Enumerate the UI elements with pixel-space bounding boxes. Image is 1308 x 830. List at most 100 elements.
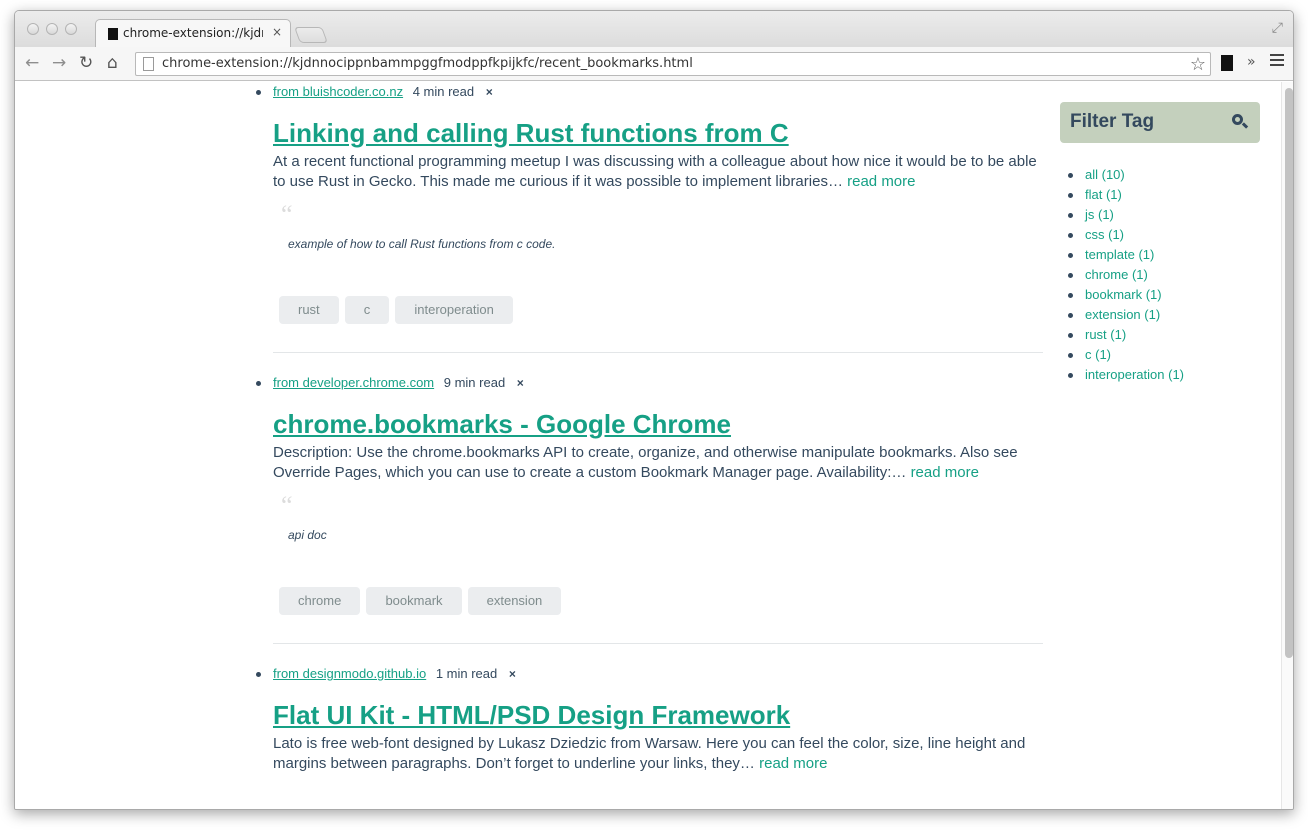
filter-tag-label[interactable]: js (1) (1085, 207, 1114, 222)
browser-toolbar: ← → ↻ ⌂ chrome-extension://kjdnnocippnba… (15, 47, 1293, 81)
bullet-icon (256, 672, 261, 677)
read-time: 9 min read (443, 375, 506, 390)
scroll-thumb[interactable] (1285, 88, 1293, 658)
bookmark-extension-icon[interactable] (1221, 55, 1233, 71)
forward-icon[interactable]: → (52, 53, 66, 73)
back-icon[interactable]: ← (25, 53, 39, 73)
entry-note: example of how to call Rust functions fr… (288, 237, 556, 251)
description-text: At a recent functional programming meetu… (273, 153, 1037, 190)
read-time: 4 min read (412, 84, 475, 99)
menu-icon[interactable] (1270, 54, 1284, 69)
tag-group: chrome bookmark extension (279, 587, 1046, 617)
bullet-icon (1068, 193, 1073, 198)
description-text: Description: Use the chrome.bookmarks AP… (273, 444, 1018, 481)
quote-icon: “ (281, 200, 293, 229)
tag-filter-list: all (10) flat (1) js (1) css (1) templat… (1068, 165, 1184, 385)
filter-tag-template[interactable]: template (1) (1068, 245, 1184, 265)
entry-title[interactable]: Flat UI Kit - HTML/PSD Design Framework (273, 698, 1046, 732)
tab-title: chrome-extension://kjdnn (123, 26, 263, 40)
bullet-icon (1068, 233, 1073, 238)
filter-tag-rust[interactable]: rust (1) (1068, 325, 1184, 345)
remove-icon[interactable]: × (486, 85, 493, 99)
tag-interoperation[interactable]: interoperation (395, 296, 513, 324)
filter-tag-label[interactable]: all (10) (1085, 167, 1125, 182)
address-bar[interactable]: chrome-extension://kjdnnocippnbammpggfmo… (135, 52, 1211, 76)
read-more-link[interactable]: read more (759, 755, 827, 772)
filter-tag-bookmark[interactable]: bookmark (1) (1068, 285, 1184, 305)
tag-c[interactable]: c (344, 296, 390, 324)
read-more-link[interactable]: read more (847, 173, 915, 190)
new-tab-button[interactable] (294, 27, 328, 43)
chevron-right-icon[interactable]: » (1247, 54, 1256, 70)
bookmark-entry: from developer.chrome.com 9 min read × c… (256, 373, 1046, 664)
filter-tag-extension[interactable]: extension (1) (1068, 305, 1184, 325)
star-icon[interactable]: ☆ (1190, 54, 1206, 75)
remove-icon[interactable]: × (517, 376, 524, 390)
bullet-icon (1068, 373, 1073, 378)
tag-bookmark[interactable]: bookmark (366, 587, 462, 615)
source-link[interactable]: from bluishcoder.co.nz (273, 84, 403, 99)
bullet-icon (256, 381, 261, 386)
tag-rust[interactable]: rust (279, 296, 339, 324)
page-icon (143, 57, 154, 71)
bullet-icon (1068, 313, 1073, 318)
filter-tag-c[interactable]: c (1) (1068, 345, 1184, 365)
quote-icon: “ (281, 491, 293, 520)
bookmark-list: from bluishcoder.co.nz 4 min read × Link… (256, 82, 1046, 774)
url-text[interactable]: chrome-extension://kjdnnocippnbammpggfmo… (162, 56, 693, 71)
search-icon[interactable] (1232, 114, 1249, 129)
page-content: from bluishcoder.co.nz 4 min read × Link… (15, 82, 1281, 809)
tag-extension[interactable]: extension (467, 587, 562, 615)
filter-tag-label[interactable]: template (1) (1085, 247, 1154, 262)
entry-meta: from designmodo.github.io 1 min read × (256, 664, 1046, 686)
filter-tag-label[interactable]: c (1) (1085, 347, 1111, 362)
browser-tab[interactable]: chrome-extension://kjdnn × (95, 19, 291, 47)
filter-tag-label[interactable]: flat (1) (1085, 187, 1122, 202)
vertical-scrollbar[interactable] (1281, 82, 1293, 809)
filter-tag-all[interactable]: all (10) (1068, 165, 1184, 185)
source-link[interactable]: from designmodo.github.io (273, 666, 426, 681)
filter-tag-css[interactable]: css (1) (1068, 225, 1184, 245)
minimize-window-button[interactable] (46, 23, 58, 35)
reload-icon[interactable]: ↻ (79, 53, 93, 73)
filter-tag-label[interactable]: interoperation (1) (1085, 367, 1184, 382)
entry-description: Description: Use the chrome.bookmarks AP… (273, 443, 1043, 483)
filter-tag-label[interactable]: chrome (1) (1085, 267, 1148, 282)
read-more-link[interactable]: read more (911, 464, 979, 481)
tab-close-icon[interactable]: × (272, 25, 282, 39)
bookmark-entry: from designmodo.github.io 1 min read × F… (256, 664, 1046, 774)
filter-tag-label[interactable]: css (1) (1085, 227, 1124, 242)
filter-tag-title: Filter Tag (1070, 111, 1155, 132)
tag-chrome[interactable]: chrome (279, 587, 361, 615)
filter-tag-label[interactable]: rust (1) (1085, 327, 1126, 342)
filter-tag-chrome[interactable]: chrome (1) (1068, 265, 1184, 285)
entry-note: api doc (288, 528, 327, 542)
home-icon[interactable]: ⌂ (107, 53, 118, 73)
filter-tag-label[interactable]: extension (1) (1085, 307, 1160, 322)
bullet-icon (1068, 333, 1073, 338)
tag-group: rust c interoperation (279, 296, 1046, 326)
remove-icon[interactable]: × (509, 667, 516, 681)
bullet-icon (1068, 173, 1073, 178)
filter-tag-label[interactable]: bookmark (1) (1085, 287, 1162, 302)
filter-tag-flat[interactable]: flat (1) (1068, 185, 1184, 205)
bookmark-entry: from bluishcoder.co.nz 4 min read × Link… (256, 82, 1046, 373)
entry-description: Lato is free web-font designed by Lukasz… (273, 734, 1043, 774)
entry-title[interactable]: chrome.bookmarks - Google Chrome (273, 407, 1046, 441)
bookmark-icon (108, 28, 118, 40)
zoom-window-button[interactable] (65, 23, 77, 35)
entry-description: At a recent functional programming meetu… (273, 152, 1043, 192)
bullet-icon (1068, 253, 1073, 258)
entry-meta: from developer.chrome.com 9 min read × (256, 373, 1046, 395)
bullet-icon (256, 90, 261, 95)
filter-tag-js[interactable]: js (1) (1068, 205, 1184, 225)
source-link[interactable]: from developer.chrome.com (273, 375, 434, 390)
entry-title[interactable]: Linking and calling Rust functions from … (273, 116, 1046, 150)
close-window-button[interactable] (27, 23, 39, 35)
bullet-icon (1068, 293, 1073, 298)
filter-tag-interoperation[interactable]: interoperation (1) (1068, 365, 1184, 385)
fullscreen-icon[interactable]: ⤢ (1272, 20, 1283, 36)
title-bar: chrome-extension://kjdnn × ⤢ (15, 11, 1293, 47)
description-text: Lato is free web-font designed by Lukasz… (273, 735, 1026, 772)
bullet-icon (1068, 353, 1073, 358)
